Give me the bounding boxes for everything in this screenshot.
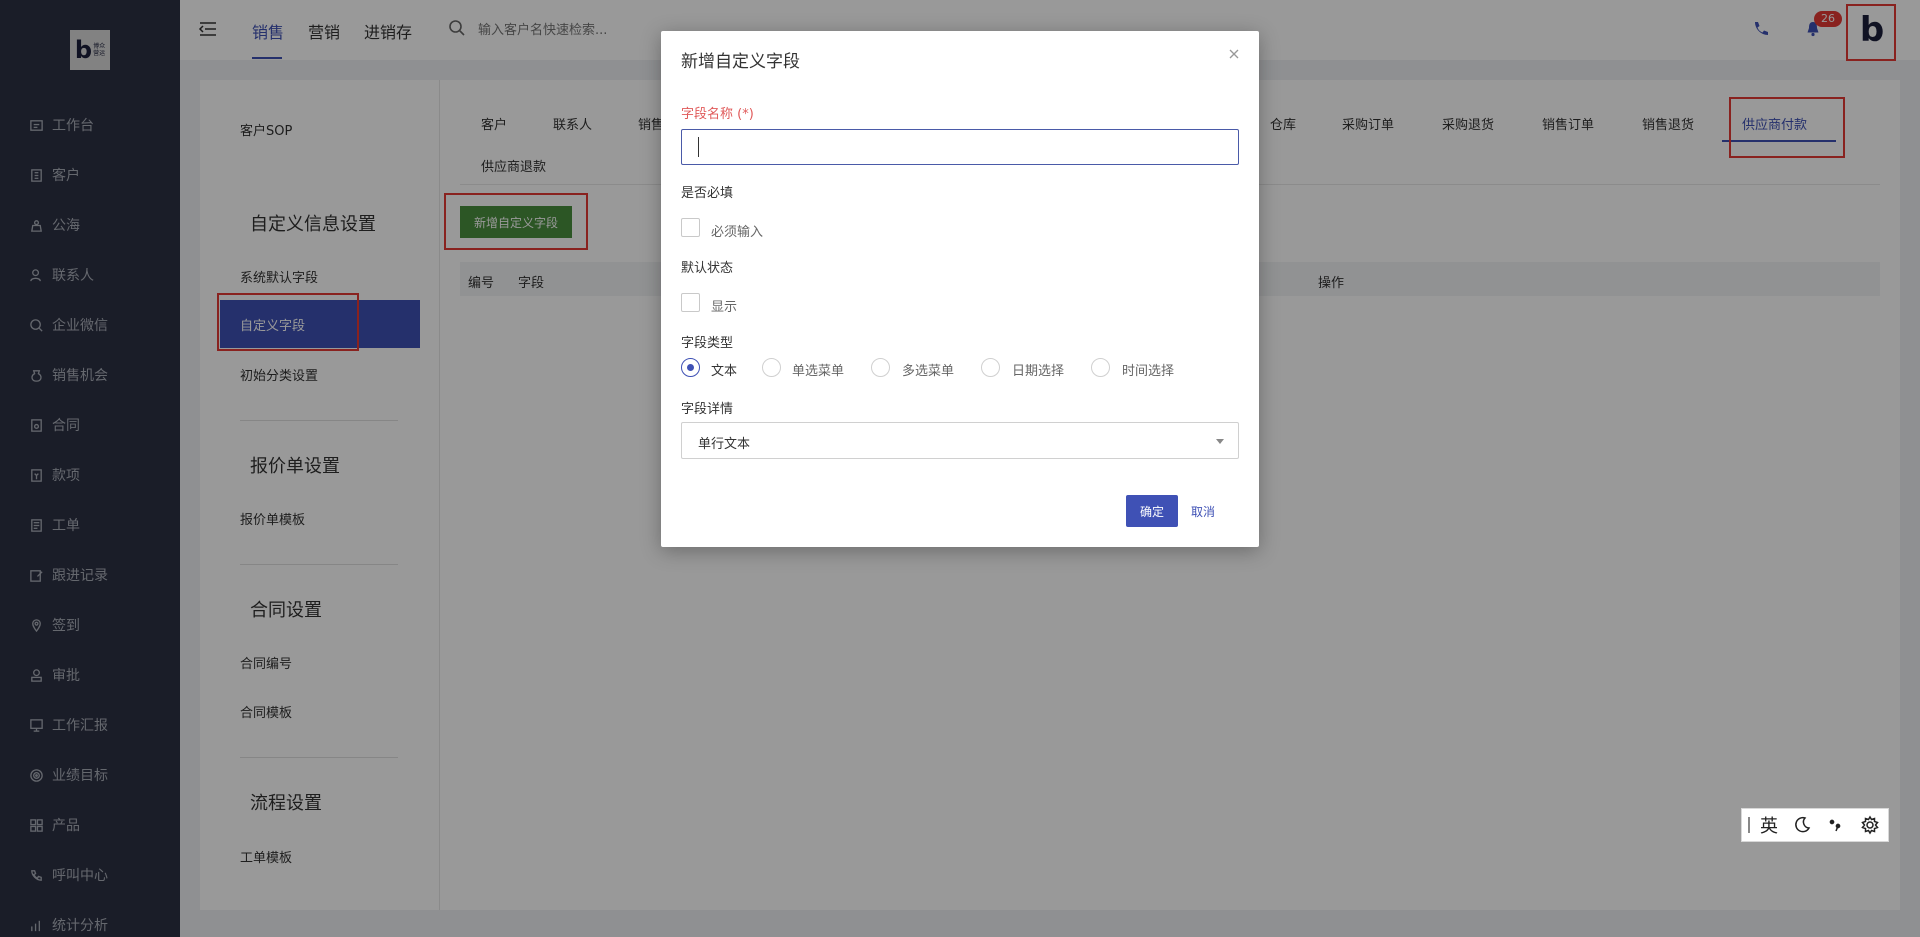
required-label: 是否必填	[681, 186, 734, 201]
confirm-button[interactable]: 确定	[1126, 495, 1178, 527]
ime-toolbar: 英	[1741, 808, 1889, 842]
display-checkbox[interactable]	[681, 293, 700, 312]
radio-time[interactable]	[1091, 358, 1110, 377]
dialog-title: 新增自定义字段	[681, 52, 800, 72]
cancel-button[interactable]: 取消	[1191, 503, 1215, 520]
field-detail-select[interactable]: 单行文本	[681, 422, 1239, 459]
required-checkbox-label: 必须输入	[711, 225, 764, 240]
display-checkbox-label: 显示	[711, 300, 738, 315]
radio-text-label: 文本	[711, 364, 738, 379]
radio-text[interactable]	[681, 358, 700, 377]
text-cursor	[698, 137, 699, 157]
radio-date[interactable]	[981, 358, 1000, 377]
gear-icon[interactable]	[1860, 815, 1880, 835]
drag-handle-icon[interactable]	[1748, 817, 1750, 833]
default-state-label: 默认状态	[681, 261, 734, 276]
radio-single-select[interactable]	[762, 358, 781, 377]
chevron-down-icon	[1216, 439, 1224, 444]
radio-time-label: 时间选择	[1122, 364, 1175, 379]
field-name-input[interactable]	[681, 129, 1239, 165]
radio-single-select-label: 单选菜单	[792, 364, 845, 379]
field-type-label: 字段类型	[681, 336, 734, 351]
radio-date-label: 日期选择	[1012, 364, 1065, 379]
moon-icon[interactable]	[1792, 815, 1812, 835]
required-checkbox[interactable]	[681, 218, 700, 237]
radio-multi-select-label: 多选菜单	[902, 364, 955, 379]
punctuation-icon[interactable]	[1826, 815, 1846, 835]
field-detail-label: 字段详情	[681, 402, 734, 417]
field-name-label: 字段名称 (*)	[681, 107, 754, 122]
ime-language-toggle[interactable]: 英	[1760, 812, 1778, 838]
radio-multi-select[interactable]	[871, 358, 890, 377]
add-custom-field-dialog: 新增自定义字段 字段名称 (*) 是否必填 必须输入 默认状态 显示 字段类型 …	[661, 31, 1259, 547]
close-icon[interactable]	[1227, 47, 1241, 61]
field-detail-value: 单行文本	[698, 437, 751, 452]
